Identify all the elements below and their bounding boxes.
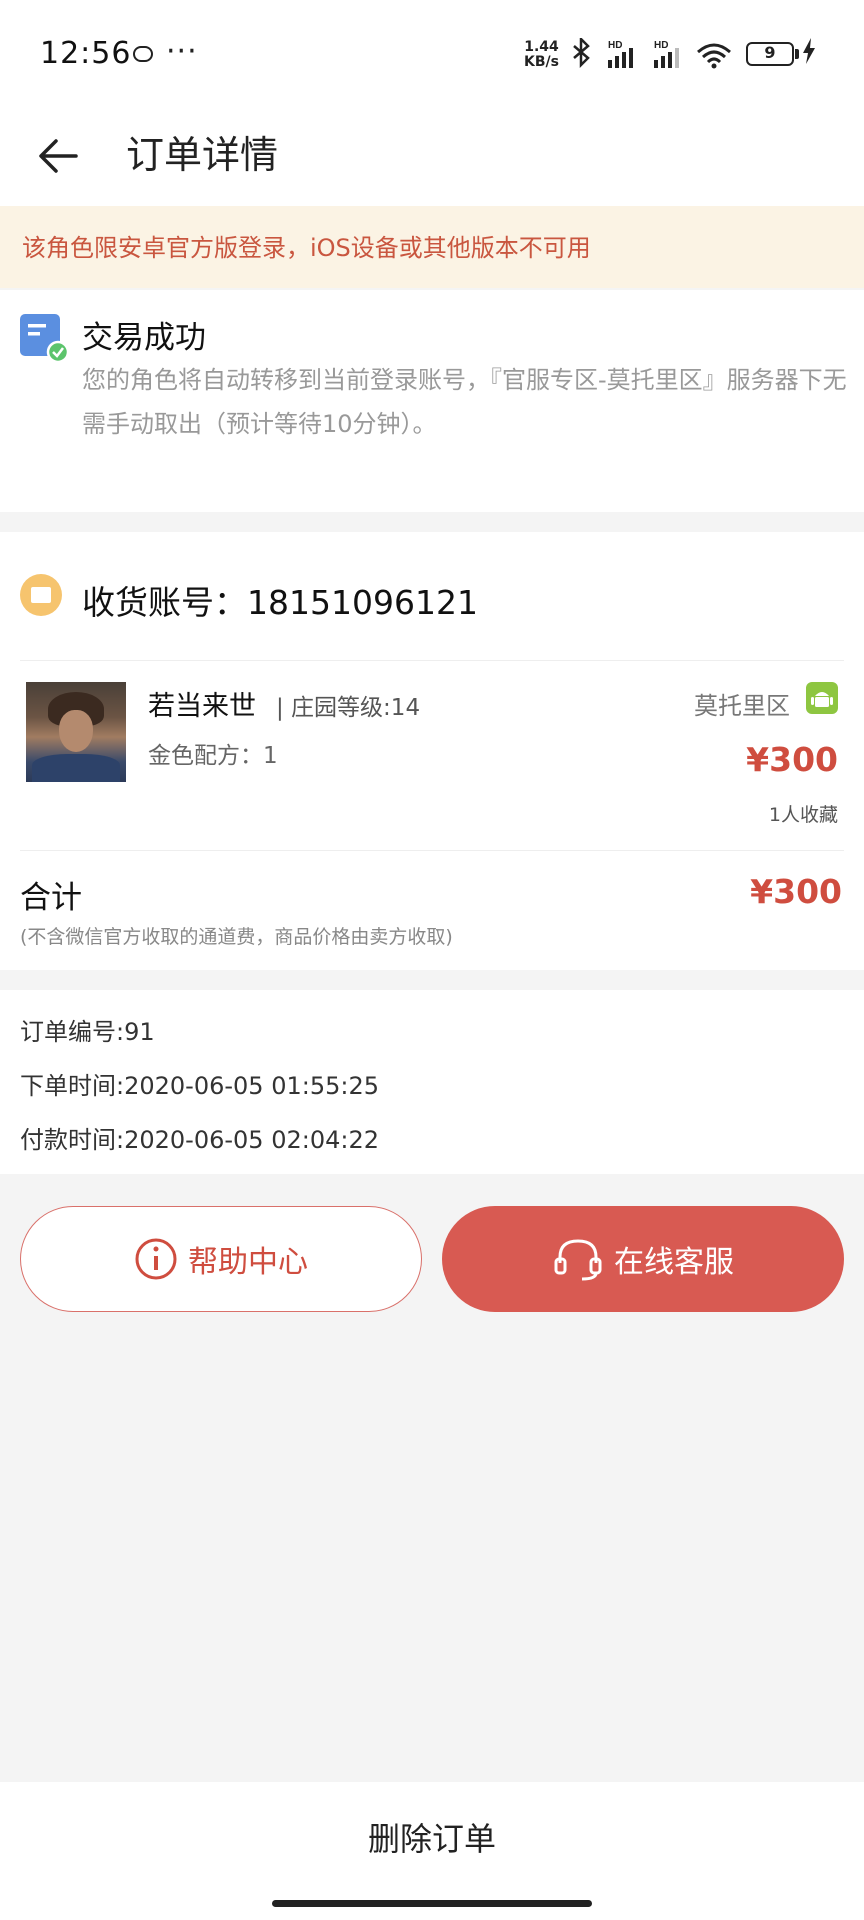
back-arrow-icon[interactable] [34,128,90,184]
status-icons: HD HD [573,38,731,69]
online-service-label: 在线客服 [614,1245,734,1280]
item-price: ¥300 [746,740,838,779]
message-icon [133,46,153,62]
info-icon [135,1238,177,1280]
trade-status-description: 您的角色将自动转移到当前登录账号，『官服专区-莫托里区』服务器下无需手动取出（预… [82,366,847,438]
help-center-button[interactable]: 帮助中心 [20,1206,422,1312]
order-card: 收货账号：18151096121 若当来世 | 庄园等级:14 金色配方：1 莫… [0,532,864,970]
character-avatar[interactable] [26,682,126,782]
receiving-account: 收货账号：18151096121 [82,583,478,622]
speed-unit: KB/s [524,54,559,70]
bottom-action-bar: 删除订单 [0,1782,864,1920]
trade-status-card: 交易成功 您的角色将自动转移到当前登录账号，『官服专区-莫托里区』服务器下无需手… [0,290,864,512]
headset-icon [554,1239,602,1281]
total-label: 合计 [20,880,82,916]
signal-icon: HD [608,40,633,68]
order-info-card: 订单编号:91 下单时间:2020-06-05 01:55:25 付款时间:20… [0,990,864,1174]
status-time: 12:56 [40,36,132,71]
bluetooth-icon [573,38,590,69]
server-name: 莫托里区 [694,692,790,720]
divider [20,660,844,661]
character-level: | 庄园等级:14 [276,695,421,721]
mail-icon [20,574,62,616]
online-service-button[interactable]: 在线客服 [442,1206,844,1312]
divider [20,850,844,851]
battery-icon: 9 [746,42,794,66]
battery-tip [795,49,799,59]
total-price: ¥300 [750,872,842,911]
notice-text: 该角色限安卓官方版登录，iOS设备或其他版本不可用 [22,234,591,262]
speed-value: 1.44 [524,39,559,55]
network-speed: 1.44 KB/s [524,40,559,70]
home-indicator[interactable] [272,1900,592,1907]
platform-notice: 该角色限安卓官方版登录，iOS设备或其他版本不可用 [0,206,864,288]
signal-hd-label-2: HD [654,40,668,51]
android-icon [806,682,838,714]
character-detail: 金色配方：1 [148,743,278,769]
payment-time: 付款时间:2020-06-05 02:04:22 [20,1126,379,1154]
character-name: 若当来世 [148,691,256,722]
charging-icon [803,38,815,64]
help-center-label: 帮助中心 [188,1245,308,1280]
order-success-icon [20,314,70,364]
order-number: 订单编号:91 [20,1018,155,1046]
order-time: 下单时间:2020-06-05 01:55:25 [20,1072,379,1100]
favorites-count: 1人收藏 [768,804,838,826]
total-note: (不含微信官方收取的通道费，商品价格由卖方收取) [20,926,453,948]
signal-icon-2: HD [654,40,679,68]
app-header: 订单详情 [0,110,864,206]
page-title: 订单详情 [126,133,279,177]
wifi-icon [697,43,731,69]
status-more-dots: ··· [166,34,198,69]
delete-order-button[interactable]: 删除订单 [0,1814,864,1860]
trade-status-title: 交易成功 [82,320,206,356]
status-bar: 12:56 ··· 1.44 KB/s HD HD 9 [0,0,864,110]
signal-hd-label-1: HD [608,40,622,51]
